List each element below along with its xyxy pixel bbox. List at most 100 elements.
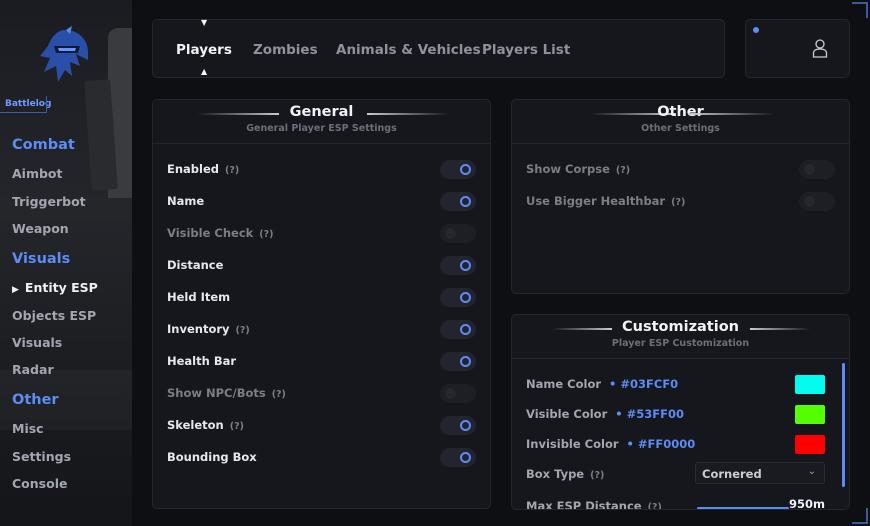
user-icon[interactable] [812, 38, 828, 58]
knight-logo-icon [40, 26, 88, 82]
scrollbar[interactable] [842, 363, 845, 487]
nav-item-radar[interactable]: Radar [12, 362, 54, 377]
panel-title: Other [657, 104, 704, 120]
frame-corner [852, 2, 868, 18]
setting-row-bigger-healthbar: Use Bigger Healthbar (?) [526, 192, 835, 212]
setting-label: Skeleton [167, 418, 224, 432]
setting-label: Max ESP Distance [526, 499, 642, 510]
setting-label: Visible Check [167, 226, 254, 240]
toggle-show-npc-bots[interactable] [440, 384, 476, 403]
setting-label: Box Type [526, 467, 585, 481]
nav-item-entity-esp[interactable]: ▶ Entity ESP [12, 280, 98, 295]
setting-row-distance: Distance [167, 256, 476, 276]
setting-row-name-color: Name Color #03FCF0 [526, 375, 825, 395]
help-hint-icon[interactable]: (?) [230, 421, 244, 432]
sidebar: Battlelog Combat Aimbot Triggerbot Weapo… [0, 0, 132, 526]
divider [512, 358, 849, 359]
toggle-show-corpse[interactable] [799, 160, 835, 179]
setting-row-show-corpse: Show Corpse (?) [526, 160, 835, 180]
nav-section-combat: Combat [12, 137, 75, 153]
distance-slider[interactable] [697, 507, 789, 509]
nav-item-objects-esp[interactable]: Objects ESP [12, 308, 96, 323]
tab-players[interactable]: Players [176, 42, 232, 58]
panel-subtitle: Player ESP Customization [611, 338, 750, 349]
divider [153, 143, 490, 144]
panel-subtitle: Other Settings [641, 123, 720, 134]
panel-title: General [289, 104, 354, 120]
setting-label: Name [167, 194, 205, 208]
nav-item-misc[interactable]: Misc [12, 421, 44, 436]
setting-label: Name Color [526, 377, 602, 391]
tab-animals-vehicles[interactable]: Animals & Vehicles [336, 42, 481, 58]
help-hint-icon[interactable]: (?) [616, 165, 630, 176]
help-hint-icon[interactable]: (?) [590, 470, 604, 481]
customization-panel: Customization Player ESP Customization N… [511, 314, 850, 510]
divider [688, 113, 774, 115]
toggle-distance[interactable] [440, 256, 476, 275]
toggle-inventory[interactable] [440, 320, 476, 339]
status-dot [753, 27, 759, 33]
general-panel: General General Player ESP Settings Enab… [152, 99, 491, 509]
frame-corner [852, 508, 868, 524]
color-swatch-visible[interactable] [795, 405, 825, 424]
toggle-enabled[interactable] [440, 160, 476, 179]
toggle-visible-check[interactable] [440, 224, 476, 243]
box-type-select[interactable]: Cornered ⌄ [695, 462, 825, 484]
help-hint-icon[interactable]: (?) [225, 165, 239, 176]
color-swatch-name[interactable] [795, 375, 825, 394]
setting-label: Show NPC/Bots [167, 386, 266, 400]
divider [750, 328, 810, 330]
help-hint-icon[interactable]: (?) [259, 229, 273, 240]
tab-zombies[interactable]: Zombies [253, 42, 318, 58]
nav-item-settings[interactable]: Settings [12, 449, 71, 464]
color-hex-value: #53FF00 [615, 407, 684, 421]
panel-title: Customization [622, 319, 739, 335]
nav-item-console[interactable]: Console [12, 476, 67, 491]
toggle-health-bar[interactable] [440, 352, 476, 371]
nav-item-visuals[interactable]: Visuals [12, 335, 62, 350]
user-box[interactable] [745, 19, 850, 78]
toggle-bigger-healthbar[interactable] [799, 192, 835, 211]
divider [512, 143, 849, 144]
setting-label: Inventory [167, 322, 230, 336]
divider [46, 96, 47, 113]
panel-header: Customization Player ESP Customization [512, 315, 849, 357]
setting-row-visible-check: Visible Check (?) [167, 224, 476, 244]
setting-row-show-npc-bots: Show NPC/Bots (?) [167, 384, 476, 404]
toggle-bounding-box[interactable] [440, 448, 476, 467]
divider [0, 112, 46, 113]
tab-bar: ▼ Players ▲ Zombies Animals & Vehicles P… [152, 18, 725, 78]
setting-row-bounding-box: Bounding Box [167, 448, 476, 468]
brand-label: Battlelog [5, 99, 52, 109]
setting-label: Use Bigger Healthbar [526, 194, 666, 208]
setting-label: Held Item [167, 290, 231, 304]
nav-item-weapon[interactable]: Weapon [12, 221, 69, 236]
panel-header: Other Other Settings [512, 100, 849, 142]
help-hint-icon[interactable]: (?) [648, 502, 662, 509]
setting-row-held-item: Held Item [167, 288, 476, 308]
panel-subtitle: General Player ESP Settings [246, 123, 397, 134]
caret-right-icon: ▶ [12, 285, 19, 295]
nav-item-triggerbot[interactable]: Triggerbot [12, 194, 86, 209]
help-hint-icon[interactable]: (?) [671, 197, 685, 208]
toggle-skeleton[interactable] [440, 416, 476, 435]
help-hint-icon[interactable]: (?) [272, 389, 286, 400]
setting-row-name: Name [167, 192, 476, 212]
tab-players-list[interactable]: Players List [482, 42, 570, 58]
tab-indicator-down-icon: ▼ [201, 18, 208, 27]
panel-header: General General Player ESP Settings [153, 100, 490, 142]
toggle-held-item[interactable] [440, 288, 476, 307]
setting-row-max-distance: Max ESP Distance (?) 950m [526, 497, 825, 510]
help-hint-icon[interactable]: (?) [236, 325, 250, 336]
setting-label: Distance [167, 258, 224, 272]
tab-indicator-up-icon: ▲ [201, 67, 208, 76]
color-swatch-invisible[interactable] [795, 435, 825, 454]
nav-item-label: Entity ESP [24, 280, 98, 295]
select-value: Cornered [702, 467, 762, 481]
divider [367, 113, 449, 115]
nav-item-aimbot[interactable]: Aimbot [12, 166, 63, 181]
setting-row-health-bar: Health Bar [167, 352, 476, 372]
toggle-name[interactable] [440, 192, 476, 211]
setting-label: Visible Color [526, 407, 608, 421]
setting-label: Invisible Color [526, 437, 619, 451]
